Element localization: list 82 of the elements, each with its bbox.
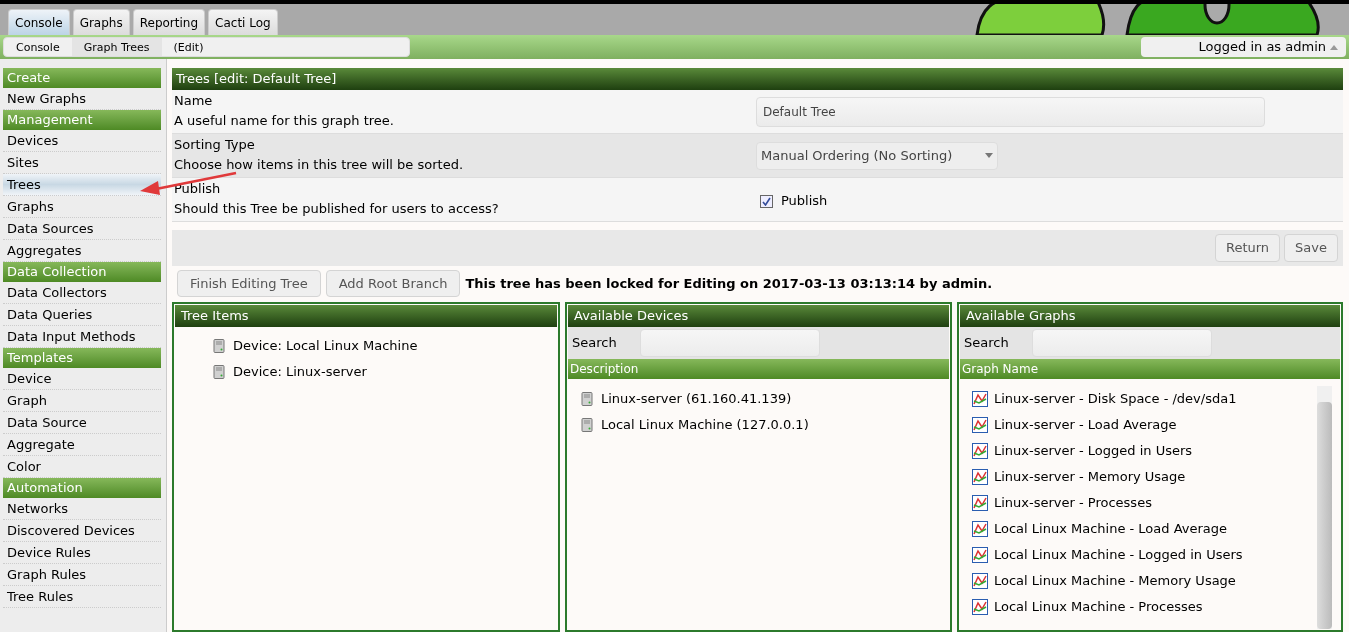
checkbox-label[interactable]: Publish xyxy=(781,191,828,211)
menu-item[interactable]: Trees xyxy=(3,174,161,196)
menu-item[interactable]: Data Queries xyxy=(3,304,161,326)
menu-item[interactable]: Networks xyxy=(3,498,161,520)
menu-item[interactable]: Aggregate xyxy=(3,434,161,456)
tree-action-button[interactable]: Add Root Branch xyxy=(325,270,461,297)
server-icon xyxy=(213,365,225,379)
form-button[interactable]: Save xyxy=(1284,234,1338,262)
top-tab[interactable]: Console xyxy=(8,9,70,35)
menu-item[interactable]: Data Source xyxy=(3,412,161,434)
chart-icon xyxy=(972,391,988,407)
available-graph-entry[interactable]: Local Linux Machine - Logged in Users xyxy=(994,545,1243,565)
panel-title: Available Devices xyxy=(568,305,949,327)
available-graph-entry[interactable]: Local Linux Machine - Load Average xyxy=(994,519,1228,539)
search-label: Search xyxy=(964,334,1010,353)
search-label: Search xyxy=(572,334,618,353)
field-label: Name xyxy=(174,92,214,110)
menu-item[interactable]: Data Sources xyxy=(3,218,161,240)
chart-icon xyxy=(972,547,988,563)
server-icon xyxy=(213,339,225,353)
top-tab[interactable]: Reporting xyxy=(132,9,206,35)
field-description: Should this Tree be published for users to access? xyxy=(174,200,500,218)
search-field[interactable] xyxy=(1032,329,1212,357)
check-icon xyxy=(762,196,771,206)
server-icon xyxy=(581,418,593,432)
chart-icon xyxy=(972,521,988,537)
available-graph-entry[interactable]: Linux-server - Logged in Users xyxy=(994,441,1193,461)
caret-icon xyxy=(985,153,993,158)
available-graph-entry[interactable]: Linux-server - Disk Space - /dev/sda1 xyxy=(994,389,1237,409)
panel-title: Available Graphs xyxy=(960,305,1340,327)
tree-item[interactable]: Device: Linux-server xyxy=(233,362,367,382)
top-tab[interactable]: Cacti Log xyxy=(208,9,278,35)
top-tab[interactable]: Graphs xyxy=(72,9,130,35)
chart-icon xyxy=(972,469,988,485)
menu-item[interactable]: Device xyxy=(3,368,161,390)
available-graph-entry[interactable]: Local Linux Machine - Processes xyxy=(994,597,1203,617)
menu-item[interactable]: Data Collectors xyxy=(3,282,161,304)
available-graph-entry[interactable]: Linux-server - Processes xyxy=(994,493,1152,513)
breadcrumb-link[interactable]: Console xyxy=(4,38,72,56)
field-description: A useful name for this graph tree. xyxy=(174,112,395,130)
chart-icon xyxy=(972,495,988,511)
caret-icon xyxy=(1330,44,1338,50)
publish-checkbox[interactable] xyxy=(760,194,773,208)
menu-heading: Templates xyxy=(3,348,161,368)
available-graph-entry[interactable]: Local Linux Machine - Memory Usage xyxy=(994,571,1236,591)
chart-icon xyxy=(972,443,988,459)
field-description: Choose how items in this tree will be sorted. xyxy=(174,156,464,174)
chart-icon xyxy=(972,599,988,615)
lock-message: This tree has been locked for Editing on 2017-03-13 03:13:14 by admin. xyxy=(465,274,993,293)
scrollbar[interactable] xyxy=(1317,386,1332,629)
search-field[interactable] xyxy=(640,329,820,357)
sorting-dropdown[interactable]: Manual Ordering (No Sorting) xyxy=(756,141,998,170)
panel-title: Tree Items xyxy=(175,305,557,327)
menu-item[interactable]: Discovered Devices xyxy=(3,520,161,542)
available-device-entry[interactable]: Local Linux Machine (127.0.0.1) xyxy=(601,415,809,435)
menu-heading: Automation xyxy=(3,478,161,498)
available-graph-entry[interactable]: Linux-server - Load Average xyxy=(994,415,1177,435)
chart-icon xyxy=(972,573,988,589)
tree-action-button[interactable]: Finish Editing Tree xyxy=(177,270,321,297)
form-button[interactable]: Return xyxy=(1214,234,1281,262)
menu-item[interactable]: Graph xyxy=(3,390,161,412)
chart-icon xyxy=(972,417,988,433)
breadcrumb-link[interactable]: (Edit) xyxy=(161,38,216,56)
menu-item[interactable]: Devices xyxy=(3,130,161,152)
column-header: Description xyxy=(568,359,949,379)
user-menu[interactable]: Logged in as admin xyxy=(1141,37,1346,57)
available-graph-entry[interactable]: Linux-server - Memory Usage xyxy=(994,467,1186,487)
menu-item[interactable]: Graph Rules xyxy=(3,564,161,586)
menu-item[interactable]: Device Rules xyxy=(3,542,161,564)
menu-heading: Management xyxy=(3,110,161,130)
menu-item[interactable]: Graphs xyxy=(3,196,161,218)
tree-item[interactable]: Device: Local Linux Machine xyxy=(233,336,418,356)
server-icon xyxy=(581,392,593,406)
available-device-entry[interactable]: Linux-server (61.160.41.139) xyxy=(601,389,792,409)
menu-heading: Data Collection xyxy=(3,262,161,282)
name-field[interactable]: Default Tree xyxy=(756,96,1265,127)
breadcrumb-link[interactable]: Graph Trees xyxy=(71,38,162,56)
menu-heading: Create xyxy=(3,68,161,88)
menu-item[interactable]: Tree Rules xyxy=(3,586,161,608)
form-title: Trees [edit: Default Tree] xyxy=(172,68,1343,90)
field-label: Sorting Type xyxy=(174,136,256,154)
column-header: Graph Name xyxy=(960,359,1340,379)
